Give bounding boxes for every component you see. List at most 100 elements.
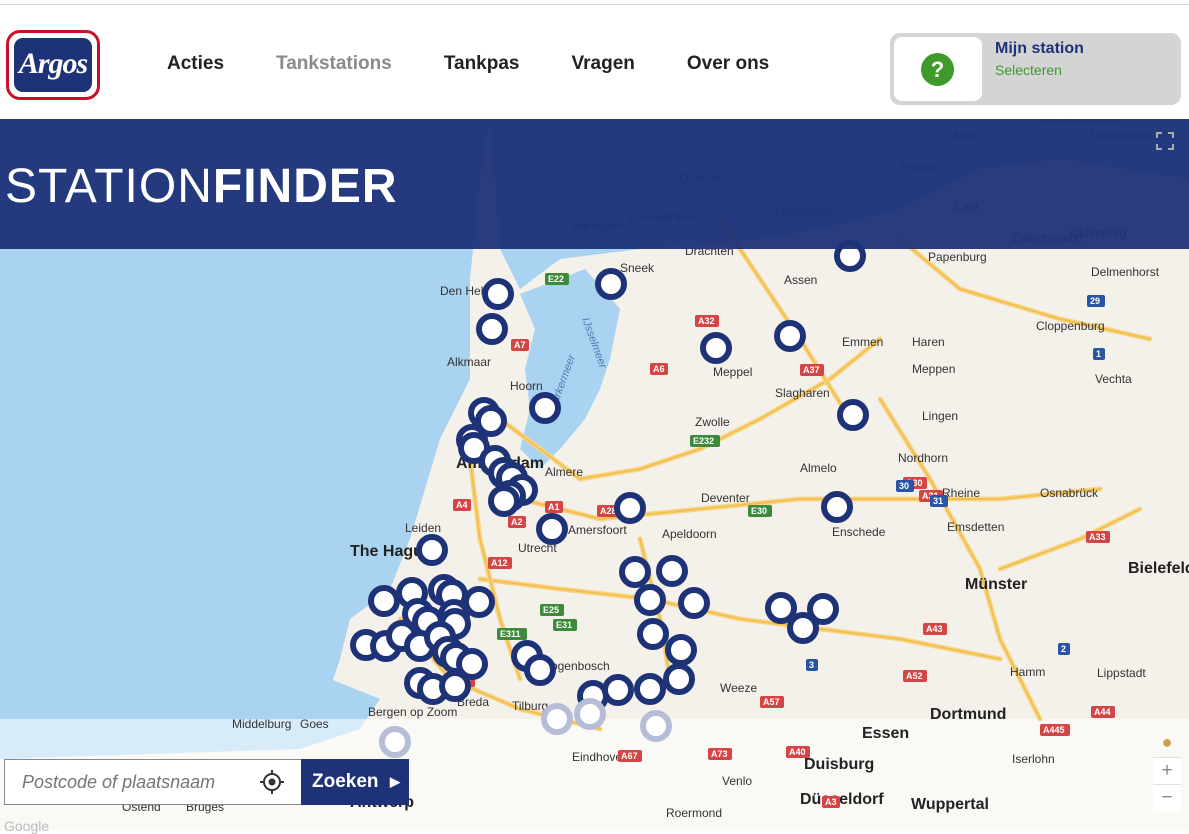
station-marker[interactable] <box>529 392 561 424</box>
pegman-icon[interactable]: ● <box>1153 727 1181 757</box>
mijn-station-select-link[interactable]: Selecteren <box>995 62 1062 78</box>
road-label: E22 <box>548 274 564 284</box>
road-label: 29 <box>1090 296 1100 306</box>
station-marker[interactable] <box>637 618 669 650</box>
zoom-in-button[interactable]: + <box>1153 757 1181 784</box>
city-label: Meppen <box>912 362 955 376</box>
station-marker[interactable] <box>476 313 508 345</box>
road-label: A37 <box>803 365 820 375</box>
nav-vragen[interactable]: Vragen <box>572 53 635 75</box>
station-marker[interactable] <box>634 584 666 616</box>
road-label: E31 <box>556 620 572 630</box>
nav-acties[interactable]: Acties <box>167 53 224 75</box>
road-label: A3 <box>825 797 837 807</box>
station-marker[interactable] <box>524 654 556 686</box>
city-label: Zwolle <box>695 415 730 429</box>
city-label: Emmen <box>842 335 883 349</box>
station-marker[interactable] <box>837 399 869 431</box>
station-marker[interactable] <box>765 592 797 624</box>
station-marker[interactable] <box>482 278 514 310</box>
city-label: Cloppenburg <box>1036 319 1105 333</box>
city-label: Dortmund <box>930 706 1006 723</box>
city-label: Middelburg <box>232 717 291 731</box>
station-marker[interactable] <box>439 670 471 702</box>
main-nav: Acties Tankstations Tankpas Vragen Over … <box>167 53 821 75</box>
road-label: A7 <box>514 340 526 350</box>
station-marker[interactable] <box>614 492 646 524</box>
station-marker[interactable] <box>416 534 448 566</box>
mijn-station-title: Mijn station <box>995 40 1084 57</box>
crosshair-icon[interactable] <box>259 769 285 795</box>
google-attribution: Google <box>4 818 50 834</box>
station-marker[interactable] <box>574 698 606 730</box>
station-marker[interactable] <box>619 556 651 588</box>
station-marker[interactable] <box>640 710 672 742</box>
search-button-label: Zoeken <box>312 771 379 792</box>
search-bar: Zoeken ▶ <box>4 759 409 805</box>
road-label: A43 <box>926 624 943 634</box>
map-controls: ● + − <box>1153 727 1181 811</box>
road-label: A52 <box>906 671 923 681</box>
city-label: Deventer <box>701 491 750 505</box>
mijn-station-widget[interactable]: ? Mijn station Selecteren <box>890 33 1181 105</box>
city-label: Meppel <box>713 365 752 379</box>
station-marker[interactable] <box>774 320 806 352</box>
city-label: Roermond <box>666 806 722 820</box>
road-label: 30 <box>899 481 909 491</box>
stationfinder-banner: STATIONFINDER <box>0 119 1189 249</box>
station-marker[interactable] <box>821 491 853 523</box>
road-label: A32 <box>698 316 715 326</box>
site-header: Argos Acties Tankstations Tankpas Vragen… <box>0 5 1189 119</box>
station-marker[interactable] <box>536 513 568 545</box>
station-marker[interactable] <box>700 332 732 364</box>
city-label: Essen <box>862 725 909 742</box>
road-label: A57 <box>763 697 780 707</box>
zoom-out-button[interactable]: − <box>1153 784 1181 811</box>
station-marker[interactable] <box>488 485 520 517</box>
station-marker[interactable] <box>665 634 697 666</box>
city-label: Apeldoorn <box>662 527 717 541</box>
station-marker[interactable] <box>368 585 400 617</box>
nav-tankpas[interactable]: Tankpas <box>444 53 520 75</box>
city-label: Lippstadt <box>1097 666 1146 680</box>
city-label: Nordhorn <box>898 451 948 465</box>
road-label: A44 <box>1094 707 1111 717</box>
city-label: Alkmaar <box>447 355 491 369</box>
station-marker[interactable] <box>787 612 819 644</box>
city-label: Haren <box>912 335 945 349</box>
city-label: Leiden <box>405 521 441 535</box>
city-label: Almere <box>545 465 583 479</box>
logo-text: Argos <box>14 38 92 92</box>
city-label: Weeze <box>720 681 757 695</box>
road-label: E25 <box>543 605 559 615</box>
station-marker[interactable] <box>678 587 710 619</box>
station-marker[interactable] <box>663 663 695 695</box>
title-light: STATION <box>5 160 213 213</box>
station-marker[interactable] <box>634 673 666 705</box>
mijn-station-icon-box: ? <box>894 37 982 101</box>
search-button[interactable]: Zoeken ▶ <box>301 759 409 805</box>
station-marker[interactable] <box>541 703 573 735</box>
station-marker[interactable] <box>602 674 634 706</box>
city-label: Bergen op Zoom <box>368 705 457 719</box>
road-label: A40 <box>789 747 806 757</box>
city-label: Hoorn <box>510 379 543 393</box>
nav-over-ons[interactable]: Over ons <box>687 53 769 75</box>
nav-tankstations[interactable]: Tankstations <box>276 53 392 75</box>
city-label: Tilburg <box>512 699 548 713</box>
city-label: Venlo <box>722 774 752 788</box>
location-search-input[interactable] <box>4 759 302 805</box>
station-marker[interactable] <box>379 726 411 758</box>
argos-logo[interactable]: Argos <box>6 30 100 100</box>
station-marker[interactable] <box>656 555 688 587</box>
city-label: Wuppertal <box>911 796 989 813</box>
city-label: Bielefeld <box>1128 560 1189 577</box>
station-marker[interactable] <box>463 586 495 618</box>
fullscreen-icon[interactable] <box>1156 132 1174 150</box>
station-marker[interactable] <box>595 268 627 300</box>
road-label: A2 <box>511 517 523 527</box>
city-label: Assen <box>784 273 817 287</box>
city-label: Almelo <box>800 461 837 475</box>
road-label: 2 <box>1061 644 1066 654</box>
road-label: A4 <box>456 500 468 510</box>
